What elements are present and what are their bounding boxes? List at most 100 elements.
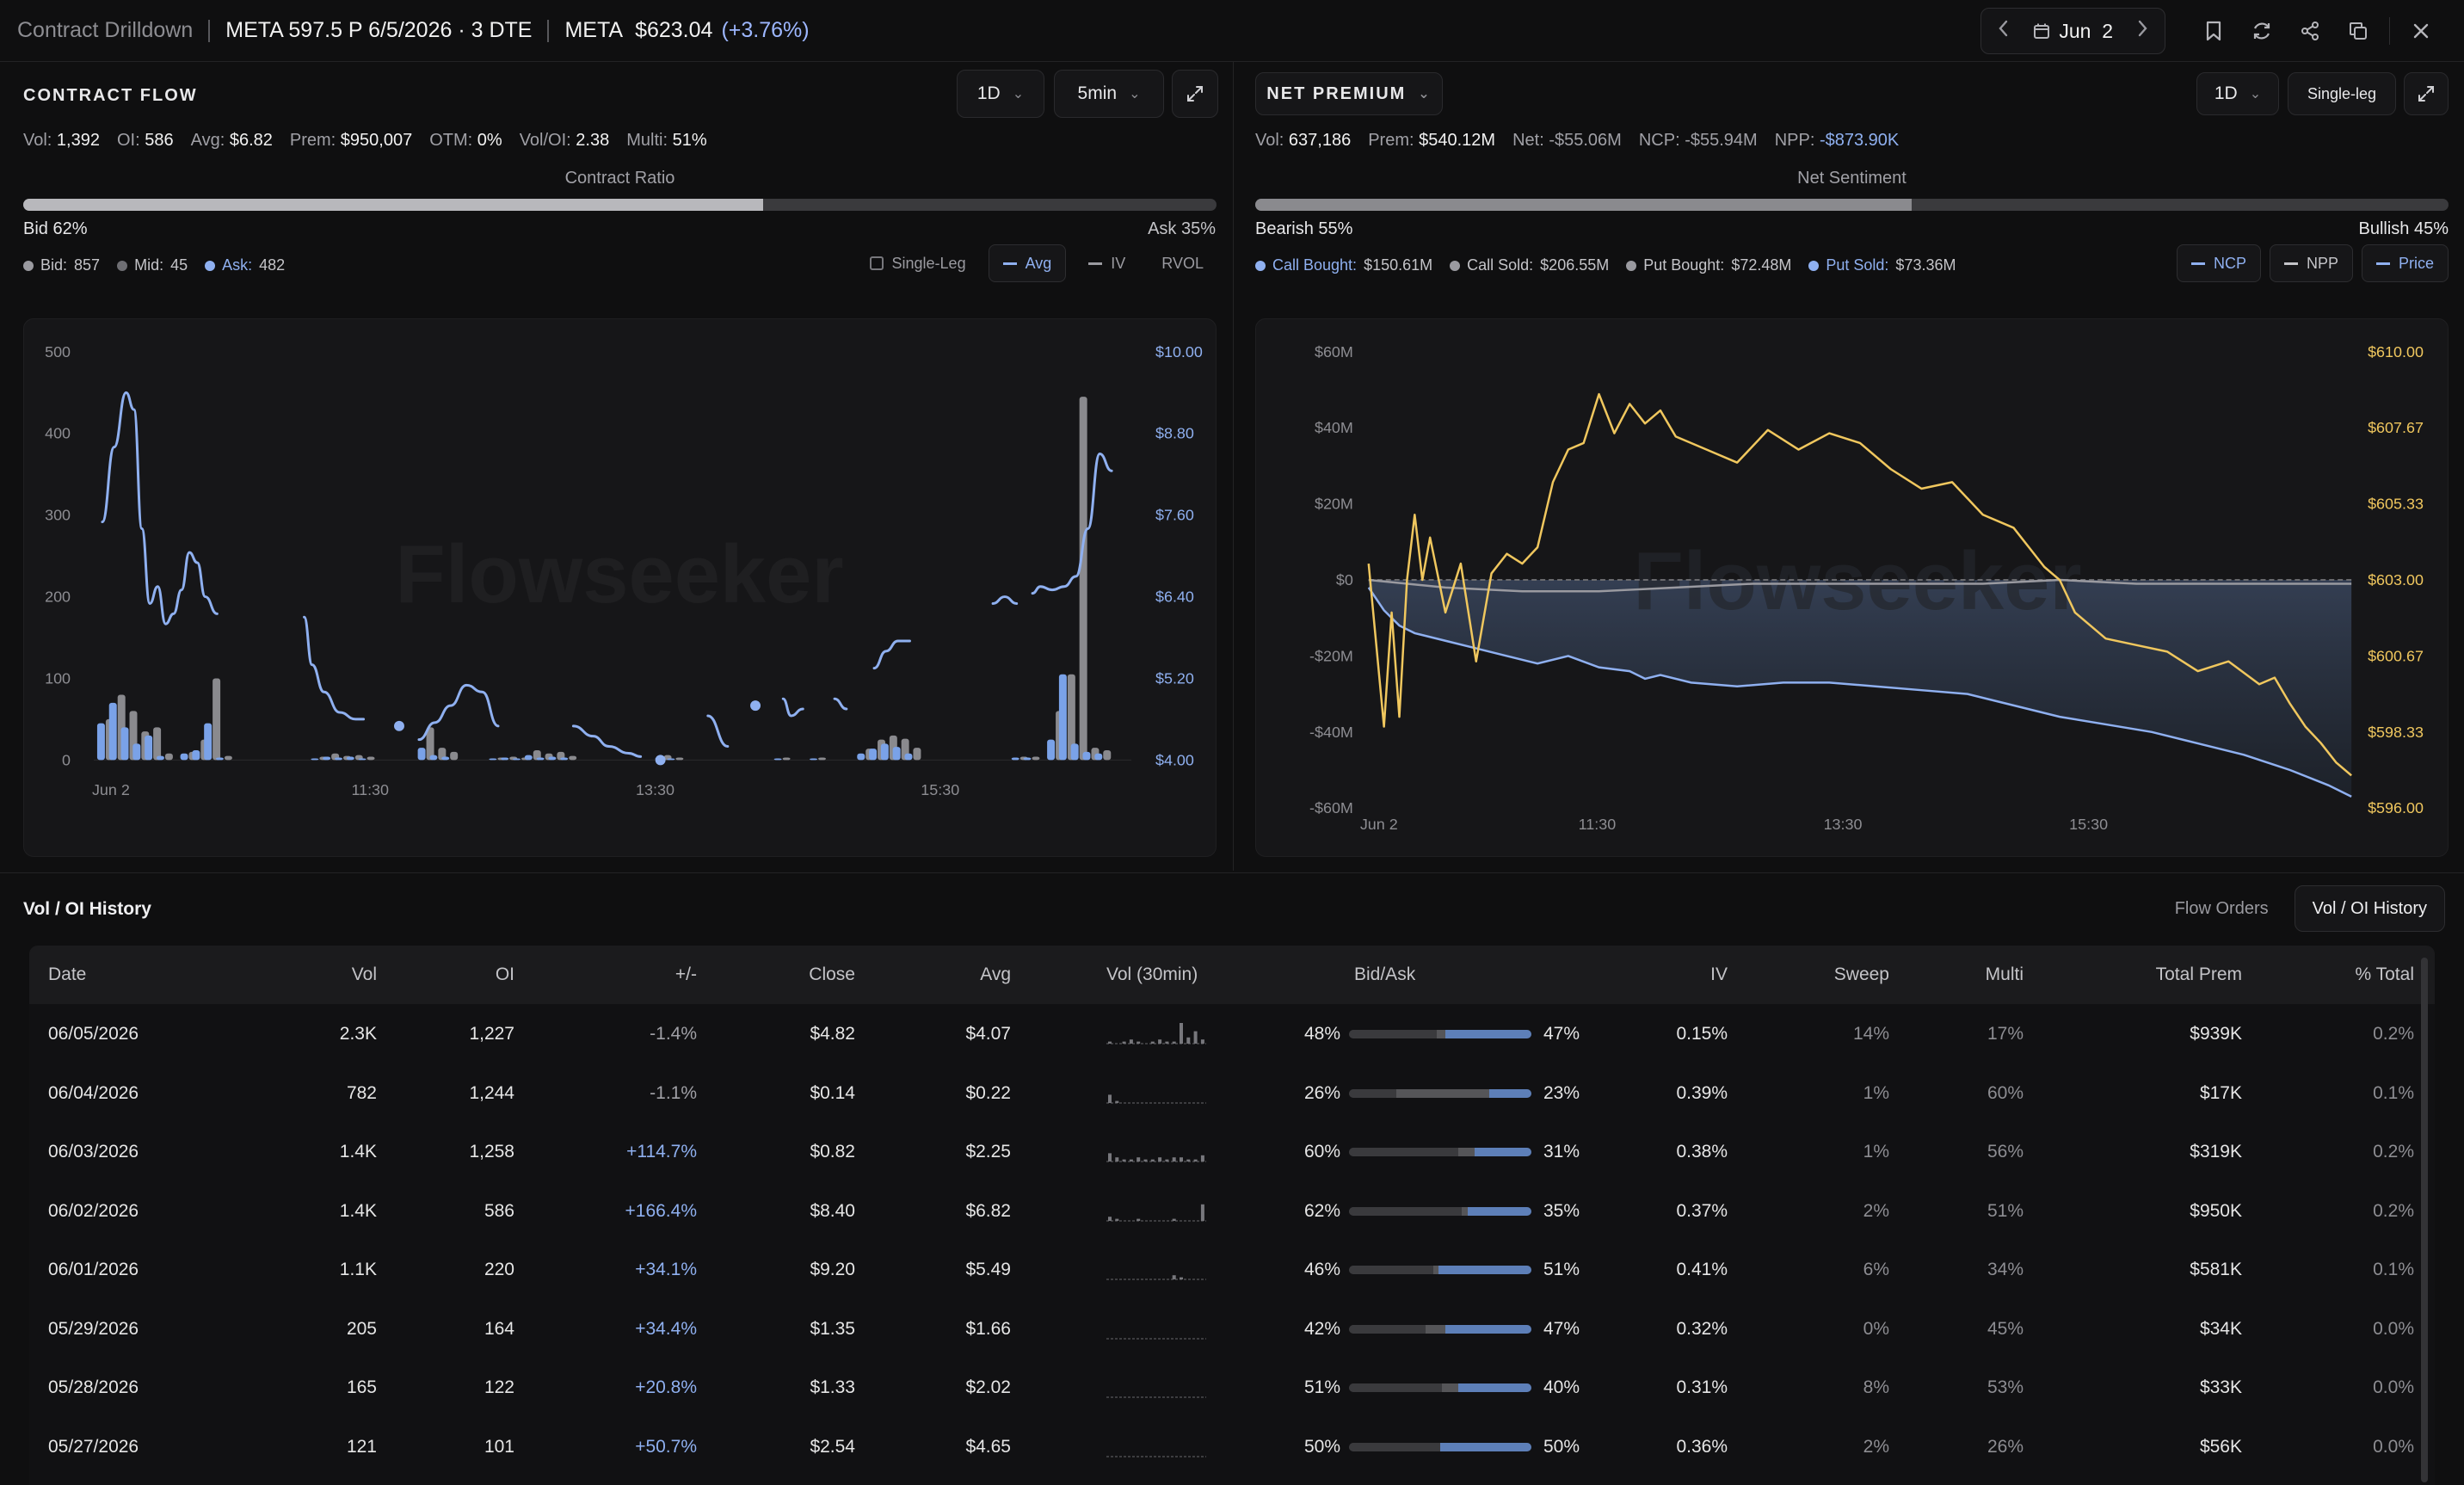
column-header[interactable]: Close [809, 964, 855, 985]
bid-pct: 60% [1304, 1142, 1341, 1162]
table-row[interactable]: 06/05/2026 2.3K 1,227 -1.4% $4.82 $4.07 48% 47%… [29, 1004, 2435, 1063]
table-row[interactable]: 06/01/2026 1.1K 220 +34.1% $9.20 $5.49 46% 51% 0… [29, 1240, 2435, 1298]
column-header[interactable]: Bid/Ask [1354, 964, 1415, 985]
volume-sparkline [1106, 1275, 1206, 1280]
column-header[interactable]: IV [1710, 964, 1728, 985]
sparkline-bar [1180, 1157, 1183, 1162]
table-row[interactable]: 05/29/2026 205 164 +34.4% $1.35 $1.66 42% 47% 0.… [29, 1299, 2435, 1358]
column-header[interactable]: Multi [1986, 964, 2024, 985]
ncp-toggle[interactable]: NCP [2176, 244, 2261, 282]
close-button[interactable] [2397, 7, 2445, 55]
flow-expand-button[interactable] [1172, 70, 1218, 118]
sparkline-bar [1158, 1157, 1162, 1162]
table-scrollbar[interactable] [2421, 958, 2428, 1482]
bid-pct: 48% [1304, 1024, 1341, 1044]
bookmark-button[interactable] [2190, 7, 2238, 55]
y-axis-tick-right: $4.00 [1155, 751, 1194, 768]
bid-ask-bar [1349, 1266, 1531, 1274]
column-header[interactable]: +/- [675, 964, 697, 985]
tab-vol-oi-history[interactable]: Vol / OI History [2294, 885, 2445, 932]
avg-price-line [706, 714, 730, 749]
premium-expand-button[interactable] [2404, 72, 2449, 115]
chevron-down-icon: ⌄ [2249, 87, 2262, 102]
header-actions: Jun 2 [1980, 3, 2445, 59]
single-leg-toggle[interactable]: Single-Leg [856, 244, 980, 282]
prev-day-button[interactable] [1993, 19, 2014, 44]
sparkline-bar [1172, 1041, 1176, 1044]
premium-range-select[interactable]: 1D ⌄ [2196, 72, 2279, 115]
table-row[interactable]: 06/03/2026 1.4K 1,258 +114.7% $0.82 $2.25 60% 3… [29, 1122, 2435, 1180]
tab-flow-orders[interactable]: Flow Orders [2158, 885, 2286, 932]
y-axis-tick-left: 0 [62, 751, 71, 768]
flow-range-select[interactable]: 1D ⌄ [957, 70, 1044, 118]
bid-volume-bar [1079, 397, 1087, 761]
bearish-fill [1255, 199, 1912, 211]
bid-ask-bar [1349, 1383, 1531, 1392]
line-icon [2375, 262, 2390, 265]
column-header[interactable]: Vol (30min) [1106, 964, 1198, 985]
premium-legend: Call Bought: $150.61M Call Sold: $206.55M … [1255, 256, 1956, 274]
ask-volume-bar [857, 753, 865, 761]
share-button[interactable] [2286, 7, 2334, 55]
column-header[interactable]: Vol [352, 964, 377, 985]
bid-fill [1349, 1266, 1433, 1274]
contract-flow-chart[interactable]: Flowseeker 500 400 300 200 100 0 $10.00 $8.80 $7.… [23, 318, 1217, 857]
table-row[interactable]: 06/02/2026 1.4K 586 +166.4% $8.40 $6.82 62% 35%… [29, 1181, 2435, 1240]
cell-date: 06/05/2026 [48, 1024, 139, 1044]
y-axis-tick-left: 300 [45, 507, 71, 524]
y-axis-tick-left: $0 [1336, 571, 1353, 588]
rvol-toggle[interactable]: RVOL [1148, 244, 1217, 282]
cell-vol: 205 [346, 1318, 377, 1339]
y-axis-tick-left: -$60M [1309, 799, 1353, 816]
column-header[interactable]: % Total [2356, 964, 2415, 985]
ask-volume-bar [96, 723, 105, 761]
avg-price-line [571, 724, 643, 758]
avg-price-point [750, 700, 761, 712]
sparkline-bar [1108, 1153, 1112, 1162]
bid-fill [1349, 1324, 1426, 1334]
ask-fill [1440, 1442, 1531, 1451]
cell-date: 06/01/2026 [48, 1260, 139, 1279]
ask-volume-bar [441, 756, 450, 761]
stat-vol: Vol: 637,186 [1255, 131, 1352, 150]
single-leg-mode-button[interactable]: Single-leg [2288, 72, 2396, 115]
price-toggle[interactable]: Price [2361, 244, 2449, 282]
flow-interval-select[interactable]: 5min ⌄ [1054, 70, 1164, 118]
ask-fill [1438, 1266, 1531, 1274]
stat-otm: OTM: 0% [429, 131, 502, 150]
history-table: Date Vol OI +/- Close Avg Vol (30min) Bid/Ask IV… [29, 946, 2435, 1485]
flow-interval-value: 5min [1077, 83, 1118, 103]
legend-dot [1255, 260, 1266, 271]
net-premium-chart[interactable]: $60M $40M $20M $0 -$20M -$40M -$60M $610.00 $607… [1255, 318, 2449, 857]
avg-price-point [655, 755, 666, 766]
y-axis-tick-left: $20M [1315, 496, 1353, 513]
copy-button[interactable] [2334, 7, 2382, 55]
cell-vol: 1.1K [339, 1260, 377, 1279]
table-row[interactable]: 05/28/2026 165 122 +20.8% $1.33 $2.02 51% 40% 0.… [29, 1358, 2435, 1416]
table-row[interactable]: 06/04/2026 782 1,244 -1.1% $0.14 $0.22 26% 23% 0… [29, 1063, 2435, 1122]
ask-pct: 23% [1543, 1082, 1580, 1103]
x-axis-tick: 13:30 [1824, 816, 1863, 833]
refresh-button[interactable] [2238, 7, 2286, 55]
column-header[interactable]: Avg [980, 964, 1011, 985]
next-day-button[interactable] [2132, 19, 2153, 44]
date-navigator: Jun 2 [1980, 8, 2165, 54]
column-header[interactable]: Sweep [1834, 964, 1889, 985]
cell-prem: $581K [2190, 1260, 2242, 1279]
net-premium-select[interactable]: NET PREMIUM ⌄ [1255, 72, 1443, 115]
bid-ask-bar [1349, 1148, 1531, 1156]
column-header[interactable]: OI [496, 964, 514, 985]
npp-toggle[interactable]: NPP [2269, 244, 2353, 282]
column-header[interactable]: Date [48, 964, 86, 985]
avg-price-line [781, 697, 804, 718]
iv-toggle[interactable]: IV [1075, 244, 1139, 282]
net-premium-svg: $60M $40M $20M $0 -$20M -$40M -$60M $610.00 $607… [1309, 343, 2424, 833]
table-row[interactable]: 05/27/2026 121 101 +50.7% $2.54 $4.65 50% 50% 0.… [29, 1417, 2435, 1476]
y-axis-tick-left: 100 [45, 669, 71, 687]
y-axis-tick-right: $8.80 [1155, 425, 1194, 442]
underlying-change: (+3.76%) [721, 18, 810, 42]
column-header[interactable]: Total Prem [2156, 964, 2242, 985]
avg-toggle[interactable]: Avg [988, 244, 1067, 282]
date-picker[interactable]: Jun 2 [2033, 20, 2113, 43]
ask-volume-bar [108, 702, 117, 761]
